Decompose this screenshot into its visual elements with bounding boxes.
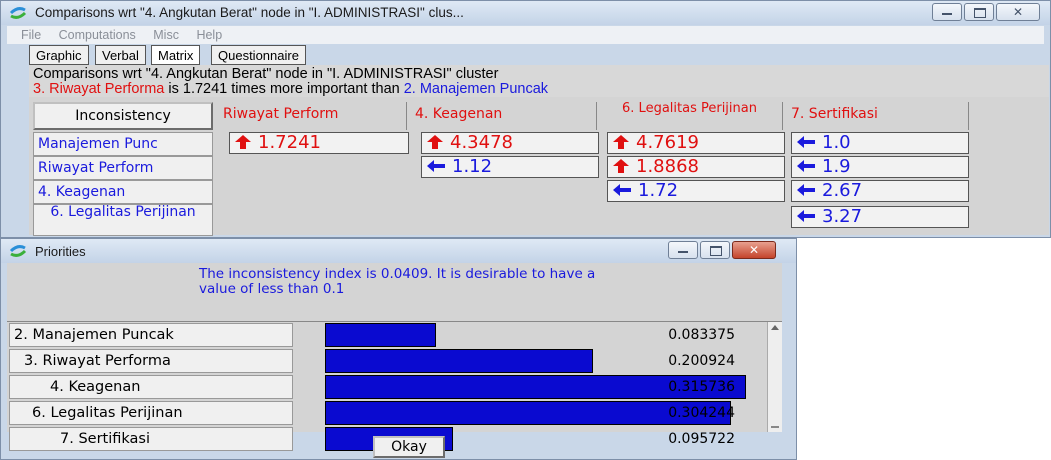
arrow-left-icon bbox=[797, 184, 815, 196]
minimize-icon bbox=[942, 13, 952, 15]
row-header-manajemen: Manajemen Punc bbox=[33, 132, 213, 156]
priority-value: 0.095722 bbox=[668, 431, 735, 447]
cell-r1-c4[interactable]: 1.0 bbox=[791, 132, 969, 154]
tab-questionnaire[interactable]: Questionnaire bbox=[211, 45, 306, 65]
priorities-title-bar[interactable]: Priorities ✕ bbox=[1, 239, 796, 263]
window-title: Comparisons wrt "4. Angkutan Berat" node… bbox=[35, 5, 464, 20]
arrow-left-icon bbox=[797, 136, 815, 148]
inconsistency-button[interactable]: Inconsistency bbox=[33, 102, 213, 130]
arrow-left-icon bbox=[613, 184, 631, 196]
row-header-keagenan: 4. Keagenan bbox=[33, 180, 213, 204]
comparison-window: Comparisons wrt "4. Angkutan Berat" node… bbox=[0, 0, 1051, 238]
priorities-minimize-button[interactable] bbox=[668, 241, 698, 259]
priority-label: 4. Keagenan bbox=[9, 375, 293, 399]
arrow-up-icon bbox=[427, 135, 443, 149]
title-bar[interactable]: Comparisons wrt "4. Angkutan Berat" node… bbox=[1, 1, 1050, 25]
cell-r4-c4[interactable]: 3.27 bbox=[791, 206, 969, 228]
priority-row: 6. Legalitas Perijinan 0.304244 bbox=[7, 400, 767, 426]
row-header-legalitas: 6. Legalitas Perijinan bbox=[33, 204, 213, 236]
priority-label: 6. Legalitas Perijinan bbox=[9, 401, 293, 425]
priority-value: 0.083375 bbox=[668, 327, 735, 343]
arrow-up-icon bbox=[235, 135, 251, 149]
col-header-legalitas: 6. Legalitas Perijinan bbox=[597, 102, 783, 130]
priority-row: 2. Manajemen Puncak 0.083375 bbox=[7, 322, 767, 348]
cell-r1-c1[interactable]: 1.7241 bbox=[229, 132, 409, 154]
inconsistency-note: The inconsistency index is 0.0409. It is… bbox=[199, 266, 596, 297]
menu-misc[interactable]: Misc bbox=[153, 26, 179, 44]
cell-r3-c4[interactable]: 2.67 bbox=[791, 180, 969, 202]
maximize-icon bbox=[974, 8, 986, 18]
priority-row: 3. Riwayat Performa 0.200924 bbox=[7, 348, 767, 374]
arrow-up-icon bbox=[613, 135, 629, 149]
app-icon bbox=[9, 7, 27, 19]
cell-r2-c4[interactable]: 1.9 bbox=[791, 156, 969, 178]
priorities-maximize-button[interactable] bbox=[700, 241, 730, 259]
close-icon: ✕ bbox=[1012, 5, 1024, 19]
scroll-up-icon[interactable] bbox=[771, 325, 779, 330]
vertical-scrollbar[interactable] bbox=[767, 322, 782, 432]
tab-matrix[interactable]: Matrix bbox=[151, 45, 201, 65]
comparison-matrix: Inconsistency Riwayat Perform 4. Keagena… bbox=[29, 98, 979, 236]
comparison-title: Comparisons wrt "4. Angkutan Berat" node… bbox=[33, 66, 499, 82]
cell-r3-c3[interactable]: 1.72 bbox=[607, 180, 785, 202]
priority-label: 3. Riwayat Performa bbox=[9, 349, 293, 373]
statement-text: is 1.7241 times more important than bbox=[164, 81, 404, 97]
priorities-close-button[interactable]: ✕ bbox=[732, 241, 776, 259]
cell-r2-c2[interactable]: 1.12 bbox=[421, 156, 599, 178]
col-header-keagenan: 4. Keagenan bbox=[407, 102, 597, 130]
close-icon: ✕ bbox=[748, 243, 760, 257]
col-header-riwayat: Riwayat Perform bbox=[215, 102, 407, 130]
cell-r1-c2[interactable]: 4.3478 bbox=[421, 132, 599, 154]
priorities-list: 2. Manajemen Puncak 0.083375 3. Riwayat Pe… bbox=[7, 322, 782, 451]
priority-label: 2. Manajemen Puncak bbox=[9, 323, 293, 347]
tab-verbal[interactable]: Verbal bbox=[95, 45, 146, 65]
row-header-riwayat: Riwayat Perform bbox=[33, 156, 213, 180]
tab-graphic[interactable]: Graphic bbox=[29, 45, 89, 65]
priorities-window: Priorities ✕ The inconsistency index is … bbox=[0, 238, 797, 460]
cell-r2-c3[interactable]: 1.8868 bbox=[607, 156, 785, 178]
arrow-left-icon bbox=[797, 210, 815, 222]
cell-r1-c3[interactable]: 4.7619 bbox=[607, 132, 785, 154]
tab-bar: Graphic Verbal Matrix Questionnaire bbox=[29, 45, 1044, 65]
app-icon bbox=[9, 245, 27, 257]
arrow-left-icon bbox=[797, 160, 815, 172]
priority-value: 0.200924 bbox=[668, 353, 735, 369]
minimize-icon bbox=[678, 251, 688, 253]
comparison-header: Comparisons wrt "4. Angkutan Berat" node… bbox=[29, 65, 1049, 97]
col-header-sertifikasi: 7. Sertifikasi bbox=[783, 102, 969, 130]
priorities-title: Priorities bbox=[35, 244, 86, 259]
matrix-panel: Comparisons wrt "4. Angkutan Berat" node… bbox=[29, 65, 1049, 236]
close-button[interactable]: ✕ bbox=[996, 3, 1040, 21]
priority-value: 0.304244 bbox=[668, 405, 735, 421]
menu-file[interactable]: File bbox=[21, 26, 41, 44]
inconsistency-note-panel: The inconsistency index is 0.0409. It is… bbox=[7, 263, 782, 322]
priority-bar bbox=[325, 323, 436, 347]
priority-bar bbox=[325, 349, 593, 373]
menu-computations[interactable]: Computations bbox=[59, 26, 136, 44]
arrow-up-icon bbox=[613, 159, 629, 173]
priority-row: 4. Keagenan 0.315736 bbox=[7, 374, 767, 400]
priority-label: 7. Sertifikasi bbox=[9, 427, 293, 451]
priority-value: 0.315736 bbox=[668, 379, 735, 395]
statement-node-a: 3. Riwayat Performa bbox=[33, 81, 165, 97]
statement-node-b: 2. Manajemen Puncak bbox=[403, 81, 549, 97]
scroll-down-icon[interactable] bbox=[771, 426, 779, 428]
maximize-icon bbox=[710, 246, 722, 256]
menu-help[interactable]: Help bbox=[196, 26, 222, 44]
okay-button[interactable]: Okay bbox=[373, 436, 445, 458]
menu-bar: File Computations Misc Help bbox=[7, 26, 1044, 44]
arrow-left-icon bbox=[427, 160, 445, 172]
comparison-statement: 3. Riwayat Performa is 1.7241 times more… bbox=[33, 81, 548, 97]
minimize-button[interactable] bbox=[932, 3, 962, 21]
maximize-button[interactable] bbox=[964, 3, 994, 21]
